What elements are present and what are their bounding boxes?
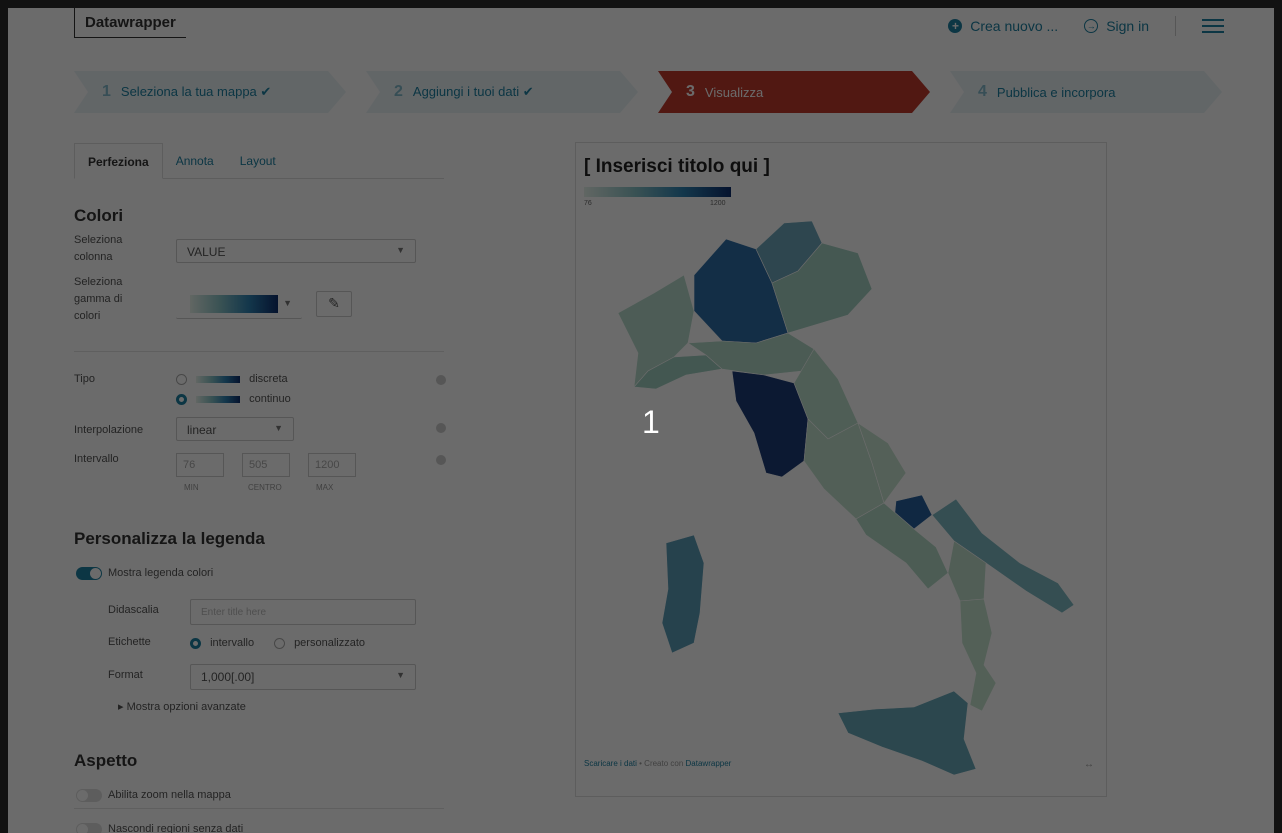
- tab-bar: Perfeziona Annota Layout: [74, 143, 444, 179]
- step-label: Pubblica e incorpora: [996, 84, 1116, 100]
- chevron-down-icon: ▼: [396, 245, 405, 255]
- interval-min-input[interactable]: 76: [176, 453, 224, 477]
- download-data-link[interactable]: Scaricare i dati: [584, 759, 637, 768]
- create-new-button[interactable]: + Crea nuovo ...: [948, 18, 1058, 34]
- menu-icon[interactable]: [1202, 19, 1224, 33]
- region-sardegna: [661, 534, 705, 654]
- column-select[interactable]: VALUE ▼: [176, 239, 416, 263]
- interval-label: Intervallo: [74, 453, 119, 465]
- interpolation-select[interactable]: linear ▼: [176, 417, 294, 441]
- radio-custom[interactable]: [274, 637, 285, 649]
- palette-select[interactable]: ▼: [176, 291, 302, 319]
- resize-icon[interactable]: ↔: [1084, 759, 1094, 770]
- help-icon[interactable]: [436, 423, 446, 433]
- labels-custom-label: personalizzato: [294, 637, 365, 649]
- column-select-value: VALUE: [187, 245, 226, 259]
- hide-regions-toggle[interactable]: [76, 823, 102, 833]
- step-number: 2: [394, 83, 403, 100]
- step-label: Visualizza: [704, 84, 764, 100]
- labels-interval-option[interactable]: intervallo: [190, 635, 254, 652]
- discrete-swatch: [196, 375, 241, 383]
- caption-label: Didascalia: [108, 604, 159, 616]
- type-discrete-label: discreta: [249, 373, 288, 385]
- datawrapper-link[interactable]: Datawrapper: [686, 759, 732, 768]
- chevron-down-icon: ▼: [396, 670, 405, 680]
- sign-in-icon: →: [1084, 19, 1099, 33]
- step-label: Aggiungi i tuoi dati ✔: [412, 84, 534, 99]
- advanced-options-link[interactable]: ▸ Mostra opzioni avanzate: [118, 699, 246, 716]
- chevron-down-icon: ▼: [274, 423, 283, 433]
- type-continuous-label: continuo: [249, 393, 291, 405]
- settings-panel: Perfeziona Annota Layout Colori Selezion…: [74, 143, 446, 833]
- interpolation-label: Interpolazione: [74, 424, 144, 436]
- wrench-icon: ✎: [328, 295, 340, 311]
- tab-layout[interactable]: Layout: [227, 143, 289, 178]
- sign-in-label: Sign in: [1106, 18, 1149, 34]
- type-label: Tipo: [74, 373, 95, 385]
- hide-regions-label: Nascondi regioni senza dati: [108, 823, 244, 833]
- step-label: Seleziona la tua mappa ✔: [120, 84, 272, 99]
- interval-center-input[interactable]: 505: [242, 453, 290, 477]
- type-discrete-option[interactable]: discreta: [176, 371, 288, 388]
- step-number: 4: [978, 83, 987, 100]
- edit-palette-button[interactable]: ✎: [316, 291, 352, 317]
- app-window: Datawrapper + Crea nuovo ... → Sign in 1…: [8, 8, 1274, 833]
- annotation-number: 1: [642, 404, 660, 440]
- format-label: Format: [108, 669, 143, 681]
- appearance-heading: Aspetto: [74, 751, 138, 770]
- format-select[interactable]: 1,000[.00] ▼: [190, 664, 416, 690]
- help-icon[interactable]: [436, 375, 446, 385]
- radio-continuous[interactable]: [176, 393, 187, 405]
- interval-min-caption: MIN: [184, 483, 199, 492]
- sign-in-button[interactable]: → Sign in: [1084, 18, 1149, 34]
- labels-custom-option[interactable]: personalizzato: [274, 635, 365, 652]
- footer-separator: • Creato con: [636, 759, 686, 768]
- zoom-label: Abilita zoom nella mappa: [108, 789, 231, 801]
- divider: [74, 351, 444, 352]
- plus-circle-icon: +: [948, 19, 963, 33]
- top-actions: + Crea nuovo ... → Sign in: [948, 16, 1224, 36]
- interpolation-value: linear: [187, 423, 217, 437]
- divider: [74, 808, 444, 809]
- legend-toggle-label: Mostra legenda colori: [108, 567, 214, 579]
- interval-max-caption: MAX: [316, 483, 334, 492]
- chevron-down-icon: ▼: [283, 298, 292, 308]
- step-add-data[interactable]: 2 Aggiungi i tuoi dati ✔: [366, 71, 638, 113]
- continuous-swatch: [196, 395, 241, 403]
- legend-heading: Personalizza la legenda: [74, 529, 265, 548]
- colors-heading: Colori: [74, 206, 124, 225]
- step-number: 3: [686, 83, 695, 100]
- radio-interval[interactable]: [190, 637, 201, 649]
- labels-label: Etichette: [108, 636, 151, 648]
- logo[interactable]: Datawrapper: [74, 8, 186, 38]
- tab-annotate[interactable]: Annota: [163, 143, 227, 178]
- column-label: Seleziona colonna: [74, 234, 123, 263]
- labels-interval-label: intervallo: [210, 637, 255, 649]
- map-footer: Scaricare i dati • Creato con Datawrappe…: [584, 759, 731, 768]
- step-select-map[interactable]: 1 Seleziona la tua mappa ✔: [74, 71, 346, 113]
- divider: [1175, 16, 1176, 36]
- region-sicilia: [837, 690, 977, 776]
- region-calabria: [959, 598, 997, 712]
- type-continuous-option[interactable]: continuo: [176, 391, 291, 408]
- step-nav: 1 Seleziona la tua mappa ✔ 2 Aggiungi i …: [74, 71, 1224, 113]
- radio-discrete[interactable]: [176, 373, 187, 385]
- create-new-label: Crea nuovo ...: [970, 18, 1059, 34]
- italy-map: [617, 220, 1075, 776]
- legend-toggle[interactable]: [76, 567, 102, 580]
- step-visualize[interactable]: 3 Visualizza: [658, 71, 930, 113]
- step-publish[interactable]: 4 Pubblica e incorpora: [950, 71, 1222, 113]
- zoom-toggle[interactable]: [76, 789, 102, 802]
- format-value: 1,000[.00]: [201, 670, 255, 684]
- help-icon[interactable]: [436, 455, 446, 465]
- tab-refine[interactable]: Perfeziona: [74, 143, 163, 179]
- palette-label: Seleziona gamma di colori: [74, 276, 123, 322]
- map-preview: [ Inserisci titolo qui ] 76 1200 Scarica…: [575, 142, 1107, 797]
- caption-input[interactable]: Enter title here: [190, 599, 416, 625]
- top-bar: Datawrapper + Crea nuovo ... → Sign in: [8, 8, 1274, 48]
- interval-max-input[interactable]: 1200: [308, 453, 356, 477]
- interval-center-caption: CENTRO: [248, 483, 282, 492]
- step-number: 1: [102, 83, 111, 100]
- palette-swatch: [190, 295, 278, 313]
